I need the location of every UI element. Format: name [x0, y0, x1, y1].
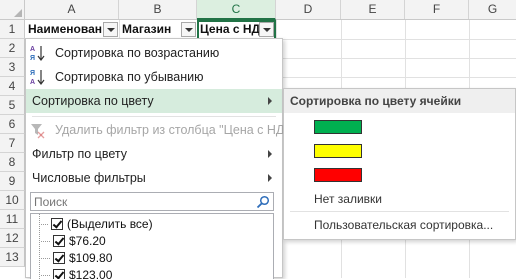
filter-search-box[interactable]: [30, 192, 274, 211]
tree-line: [41, 258, 51, 259]
menu-item-label: Сортировка по убыванию: [55, 70, 204, 84]
tree-line: [39, 224, 49, 225]
list-item-label: $123.00: [69, 268, 113, 279]
row-header[interactable]: 13: [0, 248, 25, 267]
menu-item-label: Сортировка по цвету: [32, 94, 154, 108]
menu-item-label: Сортировка по возрастанию: [55, 46, 220, 60]
sort-descending-icon: Я A: [30, 70, 45, 86]
filter-dropdown-button-b[interactable]: [181, 22, 196, 37]
select-all-corner[interactable]: [0, 0, 25, 19]
list-item[interactable]: $76.20: [41, 233, 271, 250]
row-header[interactable]: 10: [0, 191, 25, 210]
menu-item-label: Удалить фильтр из столбца "Цена с НДС": [55, 123, 298, 137]
column-header-e[interactable]: E: [341, 0, 405, 19]
clear-filter-icon: [31, 124, 45, 139]
checkbox[interactable]: [53, 235, 65, 247]
row-header[interactable]: 8: [0, 153, 25, 172]
color-swatch-yellow[interactable]: [314, 144, 362, 158]
column-header-b[interactable]: B: [119, 0, 197, 19]
column-header-d[interactable]: D: [276, 0, 341, 19]
tree-line: [41, 241, 51, 242]
search-icon[interactable]: [256, 195, 270, 209]
sort-by-color-submenu: Сортировка по цвету ячейки Нет заливки П…: [283, 88, 516, 240]
menu-item-sort-by-color[interactable]: Сортировка по цвету: [26, 89, 282, 113]
svg-text:Я: Я: [30, 55, 35, 62]
row-header[interactable]: 11: [0, 210, 25, 229]
row-header[interactable]: 2: [0, 39, 25, 58]
submenu-separator: [290, 211, 509, 212]
menu-item-filter-by-color[interactable]: Фильтр по цвету: [26, 142, 282, 166]
menu-item-sort-descending[interactable]: Я A Сортировка по убыванию: [26, 65, 282, 89]
menu-item-label: Фильтр по цвету: [32, 147, 127, 161]
column-header-a[interactable]: A: [25, 0, 119, 19]
menu-separator: [32, 116, 276, 117]
row-header[interactable]: 5: [0, 96, 25, 115]
filter-values-list[interactable]: (Выделить все) $76.20 $109.80 $123.00: [30, 213, 274, 279]
column-header-f[interactable]: F: [405, 0, 469, 19]
list-item-label: (Выделить все): [67, 217, 153, 231]
submenu-arrow-icon: [268, 97, 272, 105]
column-header-g[interactable]: G: [469, 0, 516, 19]
list-item[interactable]: $109.80: [41, 250, 271, 267]
cell-b1[interactable]: Магазин: [119, 20, 181, 39]
checkbox[interactable]: [53, 252, 65, 264]
row-header[interactable]: 9: [0, 172, 25, 191]
sort-ascending-icon: A Я: [30, 46, 45, 62]
menu-item-label: Числовые фильтры: [32, 171, 146, 185]
submenu-arrow-icon: [268, 174, 272, 182]
row-header[interactable]: 6: [0, 115, 25, 134]
no-fill-option[interactable]: Нет заливки: [314, 189, 382, 209]
autofilter-menu: A Я Сортировка по возрастанию Я A Сортир…: [25, 38, 298, 279]
list-item[interactable]: $123.00: [41, 267, 271, 279]
list-item-label: $76.20: [69, 234, 106, 248]
submenu-title: Сортировка по цвету ячейки: [284, 89, 515, 113]
row-header[interactable]: 12: [0, 229, 25, 248]
svg-text:A: A: [30, 79, 35, 86]
filter-search-input[interactable]: [31, 193, 254, 210]
menu-item-sort-ascending[interactable]: A Я Сортировка по возрастанию: [26, 41, 282, 65]
menu-item-clear-filter[interactable]: Удалить фильтр из столбца "Цена с НДС": [26, 118, 298, 142]
custom-sort-option[interactable]: Пользовательская сортировка...: [314, 215, 493, 235]
filter-dropdown-button-a[interactable]: [103, 22, 118, 37]
cell-a1[interactable]: Наименован: [25, 20, 103, 39]
row-header[interactable]: 1: [0, 20, 25, 39]
active-cell-outline: [197, 20, 276, 40]
column-header-row: A B C D E F G: [0, 0, 516, 20]
svg-text:A: A: [30, 46, 35, 53]
list-item-select-all[interactable]: (Выделить все): [31, 216, 271, 233]
row-header[interactable]: 3: [0, 58, 25, 77]
submenu-arrow-icon: [268, 150, 272, 158]
row-header[interactable]: 4: [0, 77, 25, 96]
row-header[interactable]: 7: [0, 134, 25, 153]
tree-line: [41, 275, 51, 276]
svg-text:Я: Я: [30, 70, 35, 77]
column-header-c[interactable]: C: [197, 0, 276, 20]
checkbox[interactable]: [51, 218, 63, 230]
menu-item-number-filters[interactable]: Числовые фильтры: [26, 166, 282, 190]
color-swatch-red[interactable]: [314, 168, 362, 182]
list-item-label: $109.80: [69, 251, 113, 265]
color-swatch-green[interactable]: [314, 120, 362, 134]
